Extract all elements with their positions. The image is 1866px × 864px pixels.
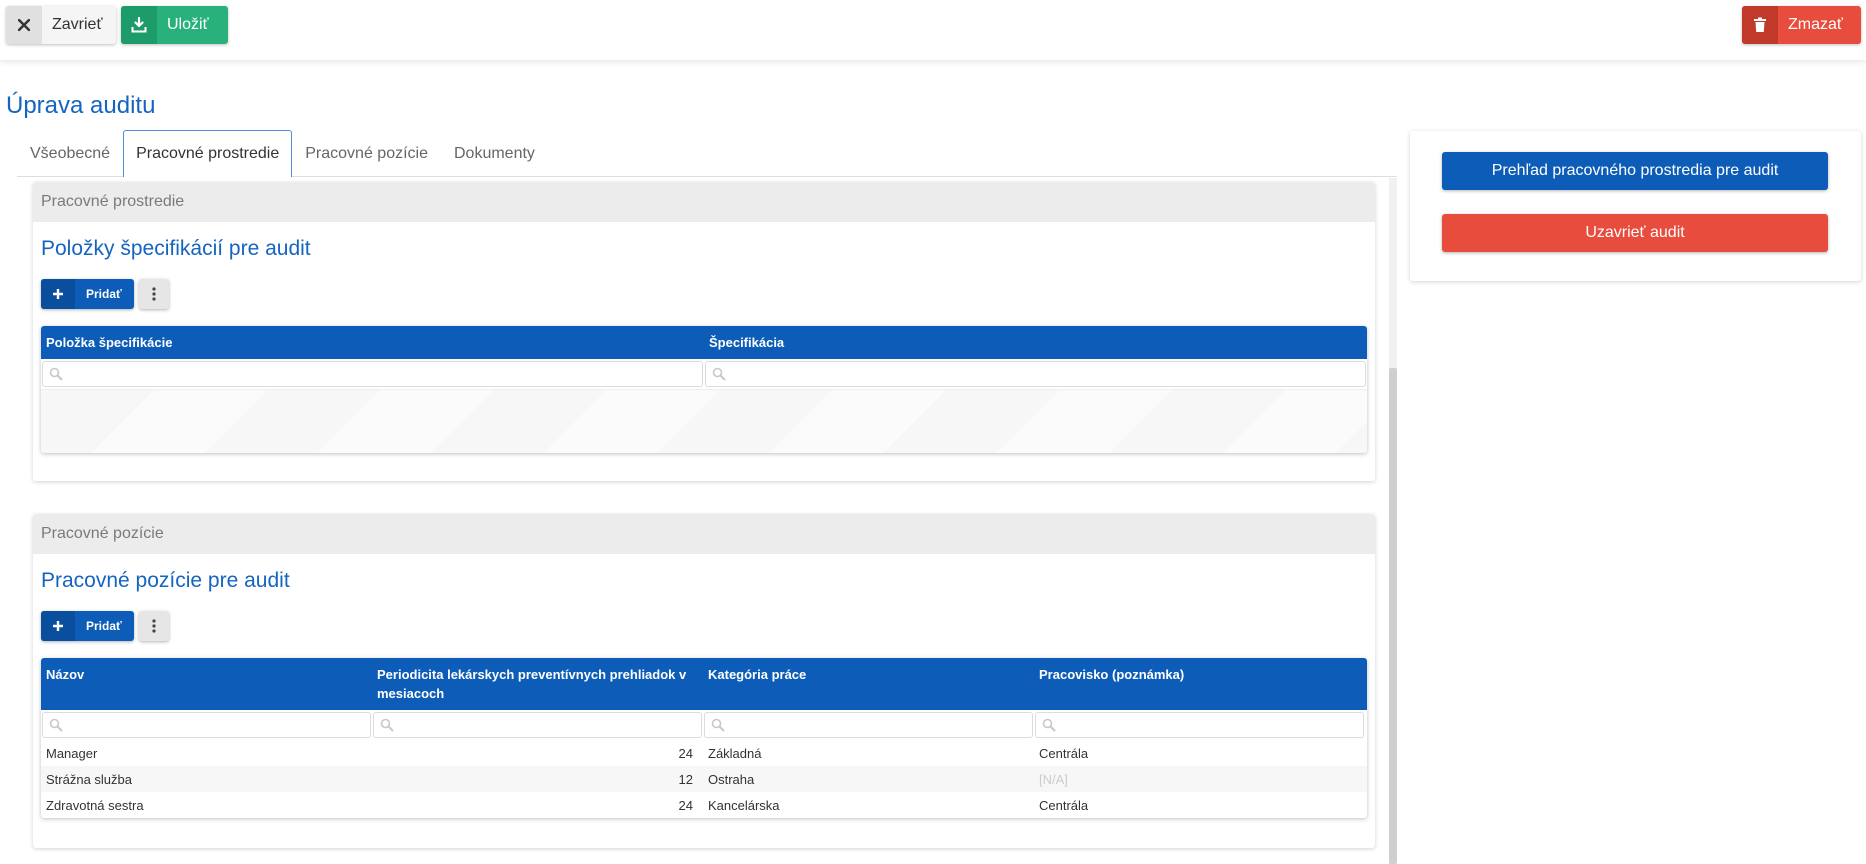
cell-name: Strážna služba [46, 771, 132, 787]
cell-workplace: [N/A] [1039, 771, 1068, 787]
search-icon [380, 718, 394, 732]
add-spec-item-button[interactable]: Pridať [41, 279, 134, 309]
filter-input[interactable] [63, 714, 370, 736]
column-header-period[interactable]: Periodicita lekárskych preventívnych pre… [372, 658, 703, 710]
cell-period: 24 [678, 797, 693, 813]
close-button[interactable]: Zavrieť [6, 6, 116, 44]
work-positions-section: Pracovné pozície Pracovné pozície pre au… [33, 514, 1375, 848]
filter-cell[interactable] [42, 712, 371, 738]
table-row[interactable]: Manager 24 Základná Centrála [41, 740, 1367, 766]
filter-cell[interactable] [373, 712, 702, 738]
cell-period: 24 [678, 745, 693, 761]
delete-button[interactable]: Zmazať [1742, 6, 1861, 44]
close-button-label: Zavrieť [52, 16, 103, 33]
trash-icon [1742, 6, 1778, 44]
more-vertical-icon [152, 619, 156, 633]
download-icon [121, 6, 157, 44]
work-environment-section: Pracovné prostredie Položky špecifikácií… [33, 182, 1375, 481]
filter-cell[interactable] [42, 361, 703, 387]
search-icon [1042, 718, 1056, 732]
work-positions-grid: Názov Periodicita lekárskych preventívny… [41, 658, 1367, 818]
cell-name: Zdravotná sestra [46, 797, 144, 813]
top-toolbar: Zavrieť Uložiť Zmazať [0, 0, 1866, 60]
tab-documents[interactable]: Dokumenty [441, 130, 548, 176]
add-position-button[interactable]: Pridať [41, 611, 134, 641]
filter-cell[interactable] [1035, 712, 1364, 738]
section-title: Pracovné pozície pre audit [41, 569, 290, 592]
save-button[interactable]: Uložiť [121, 6, 228, 44]
cell-category: Základná [708, 745, 762, 761]
close-icon [6, 6, 42, 44]
column-header-name[interactable]: Názov [41, 658, 372, 710]
add-button-label: Pridať [86, 619, 122, 633]
plus-icon [41, 279, 75, 309]
cell-workplace: Centrála [1039, 745, 1089, 761]
audit-actions-panel: Prehľad pracovného prostredia pre audit … [1410, 131, 1861, 281]
save-button-label: Uložiť [167, 16, 209, 33]
add-button-label: Pridať [86, 287, 122, 301]
search-icon [49, 367, 63, 381]
plus-icon [41, 611, 75, 641]
column-header-category[interactable]: Kategória práce [703, 658, 1034, 710]
search-icon [49, 718, 63, 732]
page-title: Úprava auditu [6, 92, 156, 119]
filter-row [41, 710, 1367, 740]
table-row[interactable]: Zdravotná sestra 24 Kancelárska Centrála [41, 792, 1367, 818]
cell-name: Manager [46, 745, 98, 761]
section-title: Položky špecifikácií pre audit [41, 237, 311, 260]
grid-header: Názov Periodicita lekárskych preventívny… [41, 658, 1367, 710]
search-icon [712, 367, 726, 381]
more-vertical-icon [152, 287, 156, 301]
tab-work-positions[interactable]: Pracovné pozície [292, 130, 441, 176]
more-options-button[interactable] [139, 279, 169, 309]
tab-work-environment[interactable]: Pracovné prostredie [123, 130, 293, 177]
cell-category: Ostraha [708, 771, 755, 787]
table-row[interactable]: Strážna služba 12 Ostraha [N/A] [41, 766, 1367, 792]
filter-input[interactable] [725, 714, 1032, 736]
delete-button-label: Zmazať [1788, 16, 1843, 33]
filter-row [41, 359, 1367, 389]
cell-workplace: Centrála [1039, 797, 1089, 813]
search-icon [711, 718, 725, 732]
environment-overview-button[interactable]: Prehľad pracovného prostredia pre audit [1442, 152, 1828, 190]
filter-cell[interactable] [705, 361, 1366, 387]
tab-bar: Všeobecné Pracovné prostredie Pracovné p… [17, 130, 1397, 177]
more-options-button[interactable] [139, 611, 169, 641]
filter-input[interactable] [726, 363, 1365, 385]
section-header: Pracovné prostredie [33, 182, 1375, 222]
filter-input[interactable] [63, 363, 702, 385]
filter-cell[interactable] [704, 712, 1033, 738]
cell-period: 12 [678, 771, 693, 787]
close-audit-button[interactable]: Uzavrieť audit [1442, 214, 1828, 252]
grid-header: Položka špecifikácie Špecifikácia [41, 326, 1367, 359]
section-header: Pracovné pozície [33, 514, 1375, 554]
grid-empty-body [41, 389, 1367, 453]
filter-input[interactable] [394, 714, 701, 736]
spec-items-grid: Položka špecifikácie Špecifikácia [41, 326, 1367, 453]
cell-category: Kancelárska [708, 797, 780, 813]
column-header[interactable]: Špecifikácia [704, 326, 1367, 359]
filter-input[interactable] [1056, 714, 1363, 736]
column-header-workplace[interactable]: Pracovisko (poznámka) [1034, 658, 1367, 710]
column-header[interactable]: Položka špecifikácie [41, 326, 704, 359]
tab-general[interactable]: Všeobecné [17, 130, 123, 176]
scrollbar-thumb[interactable] [1389, 368, 1397, 864]
